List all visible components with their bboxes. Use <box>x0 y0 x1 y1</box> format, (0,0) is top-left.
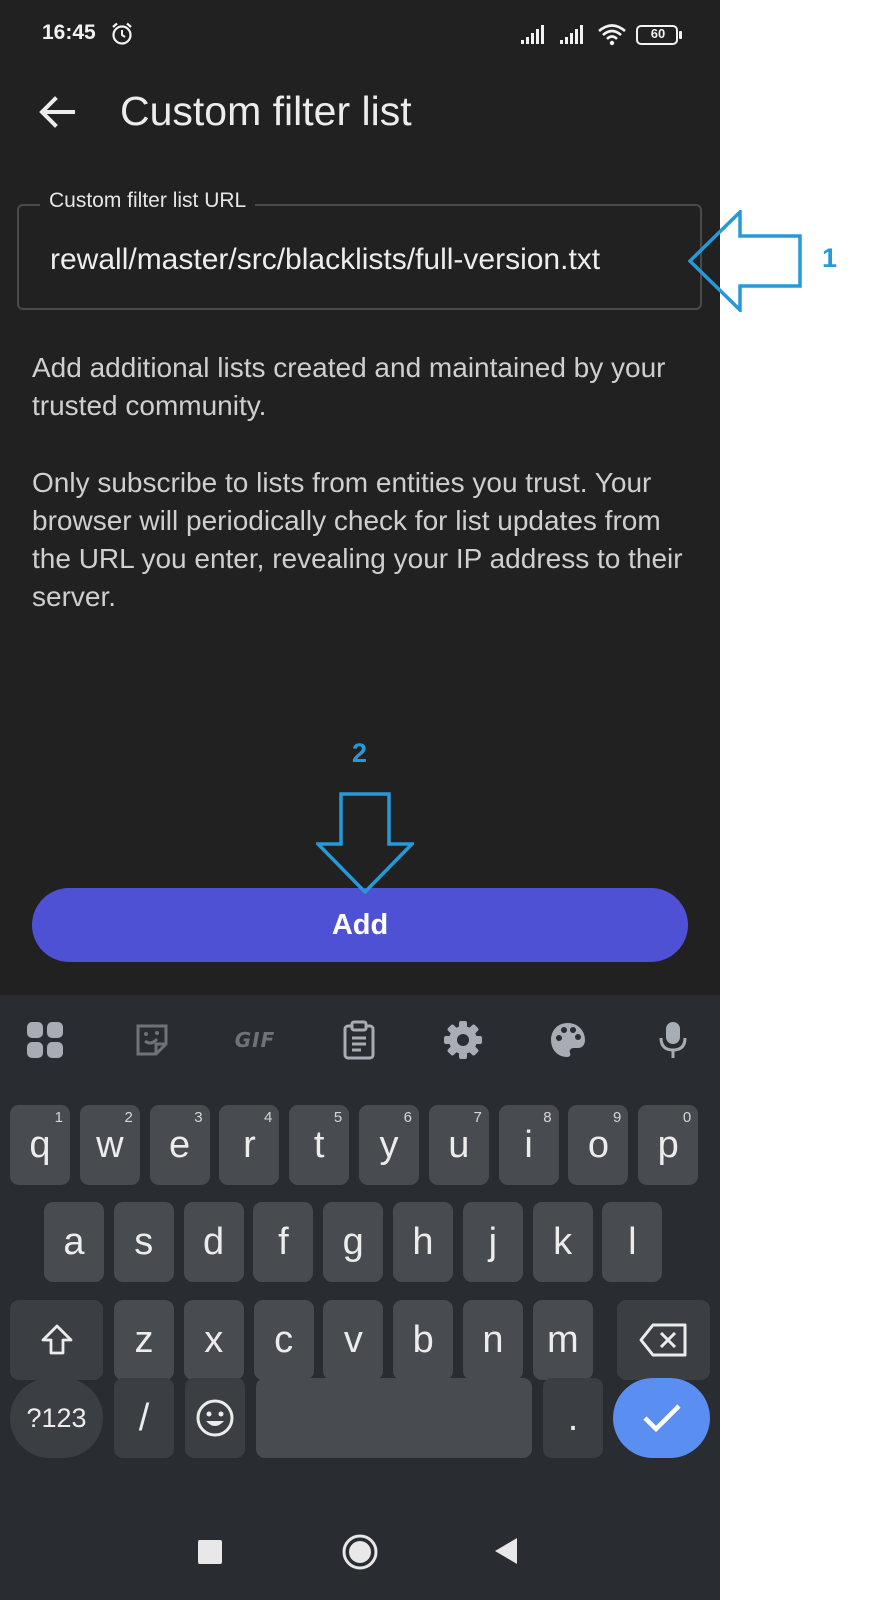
checkmark-icon <box>642 1404 681 1433</box>
key-y[interactable]: y6 <box>359 1105 419 1185</box>
shift-key[interactable] <box>10 1300 103 1380</box>
key-q[interactable]: q1 <box>10 1105 70 1185</box>
key-hint: 0 <box>682 1109 692 1126</box>
key-label: w <box>96 1123 124 1166</box>
key-j[interactable]: j <box>462 1202 523 1282</box>
key-label: p <box>657 1123 679 1166</box>
recents-square-icon[interactable] <box>198 1540 222 1564</box>
key-hint: 7 <box>473 1109 482 1126</box>
key-l[interactable]: l <box>602 1202 663 1282</box>
key-i[interactable]: i8 <box>498 1105 559 1185</box>
key-hint: 5 <box>333 1109 343 1126</box>
key-h[interactable]: h <box>393 1202 453 1282</box>
key-label: t <box>313 1123 325 1166</box>
palette-icon[interactable] <box>545 1017 591 1063</box>
key-w[interactable]: w2 <box>79 1105 140 1185</box>
key-label: i <box>524 1123 533 1166</box>
on-screen-keyboard: GIF q 1 w 2 e 3 r 4 t 5 y 6 u 7 i 8 o 9 … <box>0 995 720 1465</box>
key-k[interactable]: k <box>532 1202 593 1282</box>
space-key[interactable] <box>256 1378 532 1458</box>
key-f[interactable]: f <box>253 1202 314 1282</box>
key-b[interactable]: b <box>393 1300 454 1380</box>
url-input-label: Custom filter list URL <box>40 189 256 213</box>
key-n[interactable]: n <box>463 1300 523 1380</box>
description-paragraph: Add additional lists created and maintai… <box>32 352 666 421</box>
gif-label: GIF <box>234 1028 276 1052</box>
back-button[interactable] <box>30 85 84 139</box>
key-hint: 3 <box>194 1109 203 1126</box>
key-label: q <box>29 1123 51 1166</box>
key-label: r <box>243 1123 256 1166</box>
key-g[interactable]: g <box>323 1202 384 1282</box>
key-z[interactable]: z <box>114 1300 174 1380</box>
shift-icon <box>41 1324 72 1355</box>
key-hint: 8 <box>543 1109 552 1126</box>
key-u[interactable]: u7 <box>428 1105 489 1185</box>
key-hint: 1 <box>54 1109 63 1126</box>
emoji-icon <box>196 1399 234 1437</box>
keyboard-toolbar: GIF <box>0 995 720 1085</box>
key-c[interactable]: c <box>253 1300 314 1380</box>
key-s[interactable]: s <box>113 1202 174 1282</box>
signal-icon <box>521 25 544 44</box>
description-paragraph: Only subscribe to lists from entities yo… <box>32 467 683 612</box>
back-triangle-icon[interactable] <box>493 1536 519 1566</box>
annotation-arrow-left-icon <box>688 210 802 312</box>
key-m[interactable]: m <box>532 1300 593 1380</box>
period-key[interactable]: . <box>543 1378 603 1458</box>
clipboard-icon[interactable] <box>336 1017 382 1063</box>
key-r[interactable]: r4 <box>219 1105 280 1185</box>
key-d[interactable]: d <box>183 1202 244 1282</box>
status-time: 16:45 <box>42 21 96 44</box>
key-label: o <box>587 1123 609 1166</box>
backspace-icon <box>639 1323 686 1357</box>
apps-grid-icon[interactable] <box>22 1017 68 1063</box>
signal-icon <box>560 25 583 44</box>
url-input-text: rewall/master/src/blacklists/full-versio… <box>50 243 601 276</box>
key-label: u <box>448 1123 470 1166</box>
status-bar: 16:45 60 <box>0 0 720 70</box>
key-t[interactable]: t5 <box>289 1105 350 1185</box>
key-p[interactable]: p0 <box>638 1105 699 1185</box>
page-title: Custom filter list <box>120 88 412 134</box>
alarm-icon <box>112 22 132 45</box>
gif-icon[interactable]: GIF <box>232 1017 278 1063</box>
key-hint: 2 <box>124 1109 133 1126</box>
arrow-back-icon <box>39 96 75 128</box>
microphone-icon[interactable] <box>650 1017 696 1063</box>
sticker-icon[interactable] <box>129 1017 175 1063</box>
key-x[interactable]: x <box>183 1300 244 1380</box>
key-hint: 6 <box>403 1109 412 1126</box>
wifi-icon <box>598 24 626 46</box>
key-e[interactable]: e3 <box>149 1105 210 1185</box>
symbols-key[interactable]: ?123 <box>10 1378 103 1458</box>
gear-icon[interactable] <box>440 1017 486 1063</box>
key-hint: 4 <box>264 1109 273 1126</box>
annotation-label: 1 <box>822 243 838 273</box>
key-hint: 9 <box>613 1109 622 1126</box>
key-v[interactable]: v <box>323 1300 384 1380</box>
home-circle-icon[interactable] <box>341 1533 379 1571</box>
key-label: e <box>169 1123 191 1166</box>
backspace-key[interactable] <box>617 1300 710 1380</box>
enter-key[interactable] <box>613 1378 710 1458</box>
battery-level: 60 <box>650 26 666 41</box>
annotation-label: 2 <box>352 738 368 768</box>
key-a[interactable]: a <box>44 1202 104 1282</box>
url-input-value[interactable]: rewall/master/src/blacklists/full-versio… <box>50 238 673 282</box>
key-o[interactable]: o9 <box>568 1105 629 1185</box>
add-button[interactable]: Add <box>32 888 688 962</box>
annotation-arrow-down-icon <box>316 792 414 894</box>
emoji-key[interactable] <box>185 1378 245 1458</box>
slash-key[interactable]: / <box>114 1378 174 1458</box>
key-label: y <box>379 1123 399 1166</box>
